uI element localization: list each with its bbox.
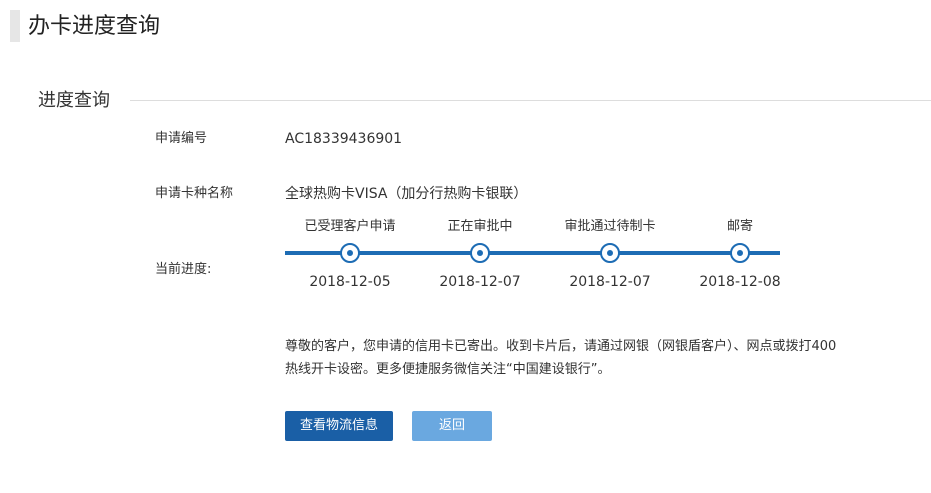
section-divider <box>130 100 931 101</box>
progress-step-label: 已受理客户申请 <box>304 219 396 234</box>
back-button[interactable]: 返回 <box>412 411 492 441</box>
step-dot-icon <box>737 250 743 256</box>
page-title: 办卡进度查询 <box>28 14 161 39</box>
progress-step-node <box>470 243 490 263</box>
progress-step-node <box>600 243 620 263</box>
progress-step-label: 邮寄 <box>726 219 753 234</box>
section-title: 进度查询 <box>38 90 110 111</box>
card-name-label: 申请卡种名称 <box>155 186 234 201</box>
application-no-label: 申请编号 <box>155 131 208 146</box>
notice-line: 尊敬的客户，您申请的信用卡已寄出。收到卡片后，请通过网银（网银盾客户）、网点或拨… <box>285 339 837 354</box>
progress-label: 当前进度: <box>155 262 212 277</box>
notice-line: 热线开卡设密。更多便捷服务微信关注“中国建设银行”。 <box>285 362 611 377</box>
progress-step-date: 2018-12-07 <box>569 274 651 290</box>
progress-step-date: 2018-12-07 <box>439 274 521 290</box>
progress-step-date: 2018-12-08 <box>699 274 781 290</box>
page-title-accent <box>10 10 20 42</box>
progress-step-date: 2018-12-05 <box>309 274 391 290</box>
view-logistics-button[interactable]: 查看物流信息 <box>285 411 393 441</box>
step-dot-icon <box>347 250 353 256</box>
step-dot-icon <box>477 250 483 256</box>
progress-step-node <box>340 243 360 263</box>
step-dot-icon <box>607 250 613 256</box>
notice-text: 尊敬的客户，您申请的信用卡已寄出。收到卡片后，请通过网银（网银盾客户）、网点或拨… <box>285 335 895 381</box>
application-no-value: AC18339436901 <box>285 131 403 147</box>
progress-step-node <box>730 243 750 263</box>
card-name-value: 全球热购卡VISA（加分行热购卡银联） <box>285 186 528 202</box>
progress-step-label: 审批通过待制卡 <box>564 219 656 234</box>
progress-step-label: 正在审批中 <box>447 219 513 234</box>
